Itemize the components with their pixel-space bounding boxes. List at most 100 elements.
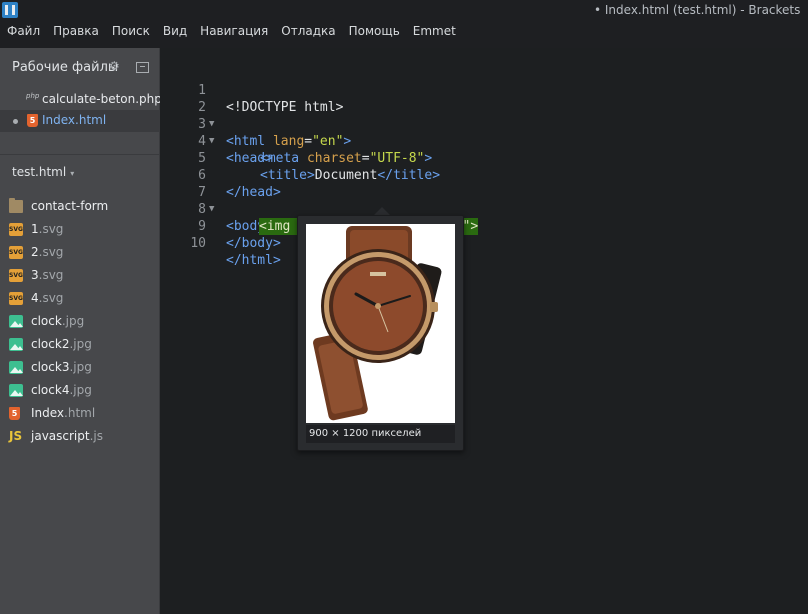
tree-item-ext: .svg (38, 291, 64, 305)
image-preview-popover: 900 × 1200 пикселей (297, 215, 464, 451)
js-file-icon: JS (9, 429, 23, 443)
sidebar: Рабочие файлы ⚙ php calculate-beton.php … (0, 48, 162, 614)
brackets-app-icon[interactable] (2, 2, 18, 18)
code-tag: <html (226, 134, 266, 149)
php-file-icon: php (26, 92, 40, 100)
tree-item-label: javascript (31, 429, 90, 443)
tree-item-index-html[interactable]: 5 Index.html (0, 402, 159, 425)
fold-arrow-icon[interactable]: ▼ (209, 201, 214, 218)
tree-item-ext: .js (89, 429, 103, 443)
code-tag: > (424, 151, 433, 166)
tree-item-label: 4 (31, 291, 39, 305)
menu-edit[interactable]: Правка (53, 22, 99, 40)
svg-file-icon: SVG (9, 246, 23, 259)
tree-item-javascript-js[interactable]: JS javascript.js (0, 425, 159, 448)
tree-item-contact-form[interactable]: contact-form (0, 195, 159, 218)
code-attr: charset (299, 151, 362, 166)
html5-icon: 5 (9, 407, 20, 420)
svg-file-icon: SVG (9, 292, 23, 305)
code-tag: <meta (260, 151, 300, 166)
menu-bar: Файл Правка Поиск Вид Навигация Отладка … (0, 22, 462, 40)
image-file-icon (9, 315, 23, 328)
image-file-icon (9, 361, 23, 374)
tree-item-label: 1 (31, 222, 39, 236)
code-line-1[interactable]: 1 <!DOCTYPE html> (160, 65, 343, 115)
tree-item-label: clock4 (31, 383, 70, 397)
menu-find[interactable]: Поиск (112, 22, 150, 40)
working-file-calculate-beton[interactable]: php calculate-beton.php (0, 89, 162, 111)
line-number: 10 (190, 236, 206, 251)
chevron-down-icon: ▾ (70, 169, 75, 178)
tree-item-label: 2 (31, 245, 39, 259)
menu-emmet[interactable]: Emmet (413, 22, 456, 40)
code-tag: <title> (260, 168, 315, 183)
code-line-7[interactable]: 7 ▼ <body> (160, 167, 273, 234)
watch-illustration (313, 226, 442, 421)
code-string: "UTF-8" (369, 151, 425, 166)
fold-arrow-icon[interactable]: ▼ (209, 133, 214, 150)
tree-item-4-svg[interactable]: SVG 4.svg (0, 287, 159, 310)
code-string: "en" (312, 134, 344, 149)
folder-icon (9, 198, 23, 213)
svg-file-icon: SVG (9, 269, 23, 282)
menu-help[interactable]: Помощь (349, 22, 400, 40)
image-dimensions-label: 900 × 1200 пикселей (306, 425, 455, 443)
code-line-3[interactable]: 3 ▼ <head> (160, 99, 273, 166)
menu-view[interactable]: Вид (163, 22, 187, 40)
tree-item-ext: .html (64, 406, 96, 420)
code-tag: > (343, 134, 352, 149)
fold-arrow-icon[interactable]: ▼ (209, 116, 214, 133)
tree-item-clock2-jpg[interactable]: clock2.jpg (0, 333, 159, 356)
working-file-label: calculate-beton.php (42, 92, 162, 106)
code-text: Document (314, 168, 378, 183)
tree-item-ext: .jpg (61, 314, 85, 328)
code-tag: </head> (226, 185, 281, 200)
project-name: test.html (12, 165, 67, 179)
tree-item-label: 3 (31, 268, 39, 282)
tree-item-clock4-jpg[interactable]: clock4.jpg (0, 379, 159, 402)
code-attr: lang (265, 134, 305, 149)
code-editor[interactable]: 1 <!DOCTYPE html> 2 ▼ <html lang="en"> 3… (160, 48, 808, 614)
tree-item-label: clock2 (31, 337, 70, 351)
code-tag: </html> (226, 253, 281, 268)
watch-preview-image (306, 224, 455, 423)
code-punct: = (304, 134, 313, 149)
tree-item-ext: .jpg (69, 383, 92, 397)
working-file-label: Index.html (42, 113, 107, 127)
tree-item-ext: .jpg (69, 337, 92, 351)
tree-item-1-svg[interactable]: SVG 1.svg (0, 218, 159, 241)
code-tag: </title> (377, 168, 441, 183)
tree-item-ext: .svg (38, 222, 64, 236)
title-bar: • Index.html (test.html) - Brackets Файл… (0, 0, 808, 48)
image-file-icon (9, 384, 23, 397)
code-line-2[interactable]: 2 ▼ <html lang="en"> (160, 82, 351, 149)
menu-file[interactable]: Файл (7, 22, 40, 40)
code-line-4[interactable]: 4 <meta charset="UTF-8"> (160, 116, 432, 166)
menu-navigate[interactable]: Навигация (200, 22, 268, 40)
split-view-icon[interactable] (136, 62, 149, 73)
unsaved-dot-icon (13, 119, 18, 124)
file-tree: contact-form SVG 1.svg SVG 2.svg SVG 3.s… (0, 195, 159, 448)
image-file-icon (9, 338, 23, 351)
tree-item-3-svg[interactable]: SVG 3.svg (0, 264, 159, 287)
code-line-5[interactable]: 5 <title>Document</title> (160, 133, 440, 183)
project-dropdown[interactable]: test.html ▾ (12, 165, 74, 179)
code-line-9[interactable]: 9 </body> (160, 201, 281, 251)
tree-item-label: contact-form (31, 199, 109, 213)
code-line-6[interactable]: 6 </head> (160, 150, 281, 200)
tree-item-2-svg[interactable]: SVG 2.svg (0, 241, 159, 264)
tree-item-clock3-jpg[interactable]: clock3.jpg (0, 356, 159, 379)
code-line-8[interactable]: 8 <img src="clock.jpg" alt=""> (160, 184, 479, 235)
menu-debug[interactable]: Отладка (281, 22, 335, 40)
code-line-10[interactable]: 10 </html> (160, 218, 280, 268)
tree-item-clock-jpg[interactable]: clock.jpg (0, 310, 159, 333)
working-file-index[interactable]: 5 Index.html (0, 110, 159, 132)
tree-item-ext: .jpg (69, 360, 92, 374)
svg-file-icon: SVG (9, 223, 23, 236)
working-files-header: Рабочие файлы (12, 60, 119, 75)
tree-item-label: clock (31, 314, 62, 328)
gear-icon[interactable]: ⚙ (109, 59, 120, 73)
tree-item-ext: .svg (38, 245, 64, 259)
tree-item-label: clock3 (31, 360, 70, 374)
divider (0, 154, 159, 155)
